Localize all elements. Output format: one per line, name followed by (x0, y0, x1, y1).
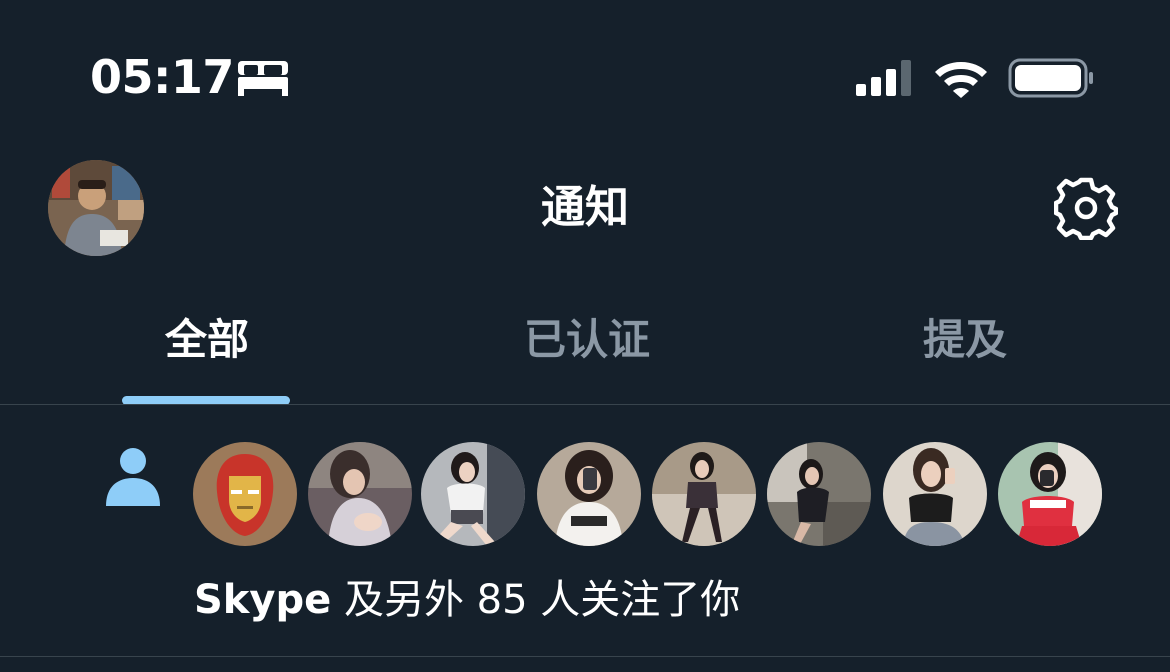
battery-icon (1008, 58, 1093, 98)
person-icon (106, 448, 160, 506)
status-time: 05:17 (90, 50, 234, 104)
tab-verified[interactable]: 已认证 (392, 310, 782, 370)
notification-tabs: 全部 已认证 提及 (0, 300, 1170, 405)
follower-avatar[interactable] (767, 442, 871, 546)
follower-avatar[interactable] (308, 442, 412, 546)
follower-name[interactable]: Skype (194, 577, 331, 623)
notification-message: 及另外 85 人关注了你 (331, 577, 741, 623)
tab-mentions[interactable]: 提及 (770, 310, 1160, 370)
profile-avatar[interactable] (48, 160, 144, 256)
follower-avatar[interactable] (883, 442, 987, 546)
follower-avatar[interactable] (193, 442, 297, 546)
follower-avatar[interactable] (652, 442, 756, 546)
notification-text: Skype 及另外 85 人关注了你 (194, 572, 740, 628)
gear-icon[interactable] (1054, 176, 1118, 240)
follower-avatar[interactable] (537, 442, 641, 546)
wifi-icon (935, 62, 987, 98)
notification-divider (0, 656, 1170, 657)
cellular-signal-icon (856, 60, 911, 96)
notifications-screen: 05:17 通知 全部 已认证 提及 Skype 及另外 85 人关注了你 (0, 0, 1170, 672)
tab-all[interactable]: 全部 (12, 310, 402, 370)
follower-avatar[interactable] (998, 442, 1102, 546)
page-title: 通知 (541, 182, 629, 233)
follower-avatar[interactable] (421, 442, 525, 546)
bed-icon (238, 61, 288, 96)
tabs-divider (0, 404, 1170, 405)
